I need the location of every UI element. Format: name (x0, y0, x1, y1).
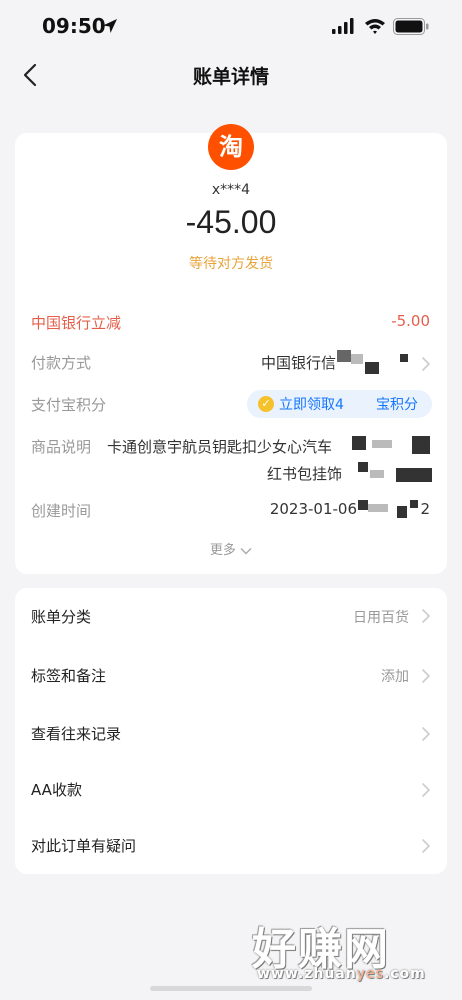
alipay-points-label: 支付宝积分 (31, 396, 107, 414)
status-time: 09:50 (42, 14, 106, 38)
created-time-value: 2023-01-06 (269, 500, 357, 518)
bill-amount: -45.00 (185, 204, 277, 240)
status-bar: 09:50 (0, 0, 462, 56)
redacted-mosaic (412, 436, 430, 454)
nav-bar: 账单详情 (0, 52, 462, 98)
redacted-mosaic (352, 436, 366, 450)
created-time-label: 创建时间 (31, 502, 92, 520)
redacted-mosaic (358, 462, 368, 472)
watermark-url-b: yes (356, 966, 384, 982)
chevron-right-icon[interactable] (421, 726, 431, 742)
battery-icon (393, 18, 429, 35)
tags-notes-value[interactable]: 添加 (381, 666, 409, 686)
category-value[interactable]: 日用百货 (353, 607, 409, 627)
more-details-link[interactable]: 更多 (0, 539, 462, 558)
redacted-mosaic (351, 354, 363, 364)
redacted-mosaic (397, 506, 407, 518)
payment-method-label: 付款方式 (31, 354, 92, 372)
category-label[interactable]: 账单分类 (31, 606, 91, 627)
watermark-url: www.zhuanyes.com (257, 966, 426, 982)
watermark-url-a: www.zhuan (257, 966, 357, 982)
aa-collect-label[interactable]: AA收款 (31, 779, 82, 800)
order-question-label[interactable]: 对此订单有疑问 (31, 835, 136, 856)
home-indicator[interactable] (150, 986, 312, 991)
redacted-mosaic (400, 354, 408, 362)
tags-notes-label[interactable]: 标签和备注 (31, 665, 106, 686)
redacted-mosaic (396, 468, 432, 482)
product-description-line1: 卡通创意宇航员钥匙扣少女心汽车 (107, 438, 333, 456)
chevron-right-icon[interactable] (421, 838, 431, 854)
redacted-mosaic (337, 350, 351, 362)
claim-points-text[interactable]: 立即领取4 (279, 394, 344, 414)
cellular-signal-icon (332, 18, 354, 34)
taobao-logo[interactable]: 淘 (208, 124, 254, 170)
chevron-right-icon[interactable] (421, 356, 431, 372)
page-title: 账单详情 (192, 66, 269, 88)
order-status: 等待对方发货 (189, 256, 273, 272)
history-label[interactable]: 查看往来记录 (31, 723, 121, 744)
redacted-mosaic (370, 470, 384, 478)
merchant-name: x***4 (211, 182, 251, 198)
coin-icon: ✓ (258, 396, 274, 412)
chevron-right-icon[interactable] (421, 668, 431, 684)
chevron-down-icon[interactable] (240, 547, 252, 555)
wifi-icon (365, 19, 385, 34)
watermark-url-c: .com (383, 966, 426, 982)
redacted-mosaic (368, 504, 388, 512)
product-description-line2: 红书包挂饰 (267, 465, 343, 483)
discount-value: -5.00 (391, 312, 430, 330)
discount-label: 中国银行立减 (31, 314, 122, 332)
location-arrow-icon (103, 19, 117, 33)
redacted-mosaic (358, 500, 368, 510)
redacted-mosaic (410, 500, 418, 508)
created-time-tail: 2 (420, 500, 430, 518)
redacted-mosaic (365, 362, 379, 374)
claim-points-text-tail[interactable]: 宝积分 (376, 394, 418, 414)
product-description-label: 商品说明 (31, 438, 92, 456)
chevron-right-icon[interactable] (421, 782, 431, 798)
more-label[interactable]: 更多 (210, 543, 236, 558)
payment-method-value[interactable]: 中国银行信 (261, 352, 336, 373)
redacted-mosaic (372, 440, 392, 448)
chevron-right-icon[interactable] (421, 608, 431, 624)
